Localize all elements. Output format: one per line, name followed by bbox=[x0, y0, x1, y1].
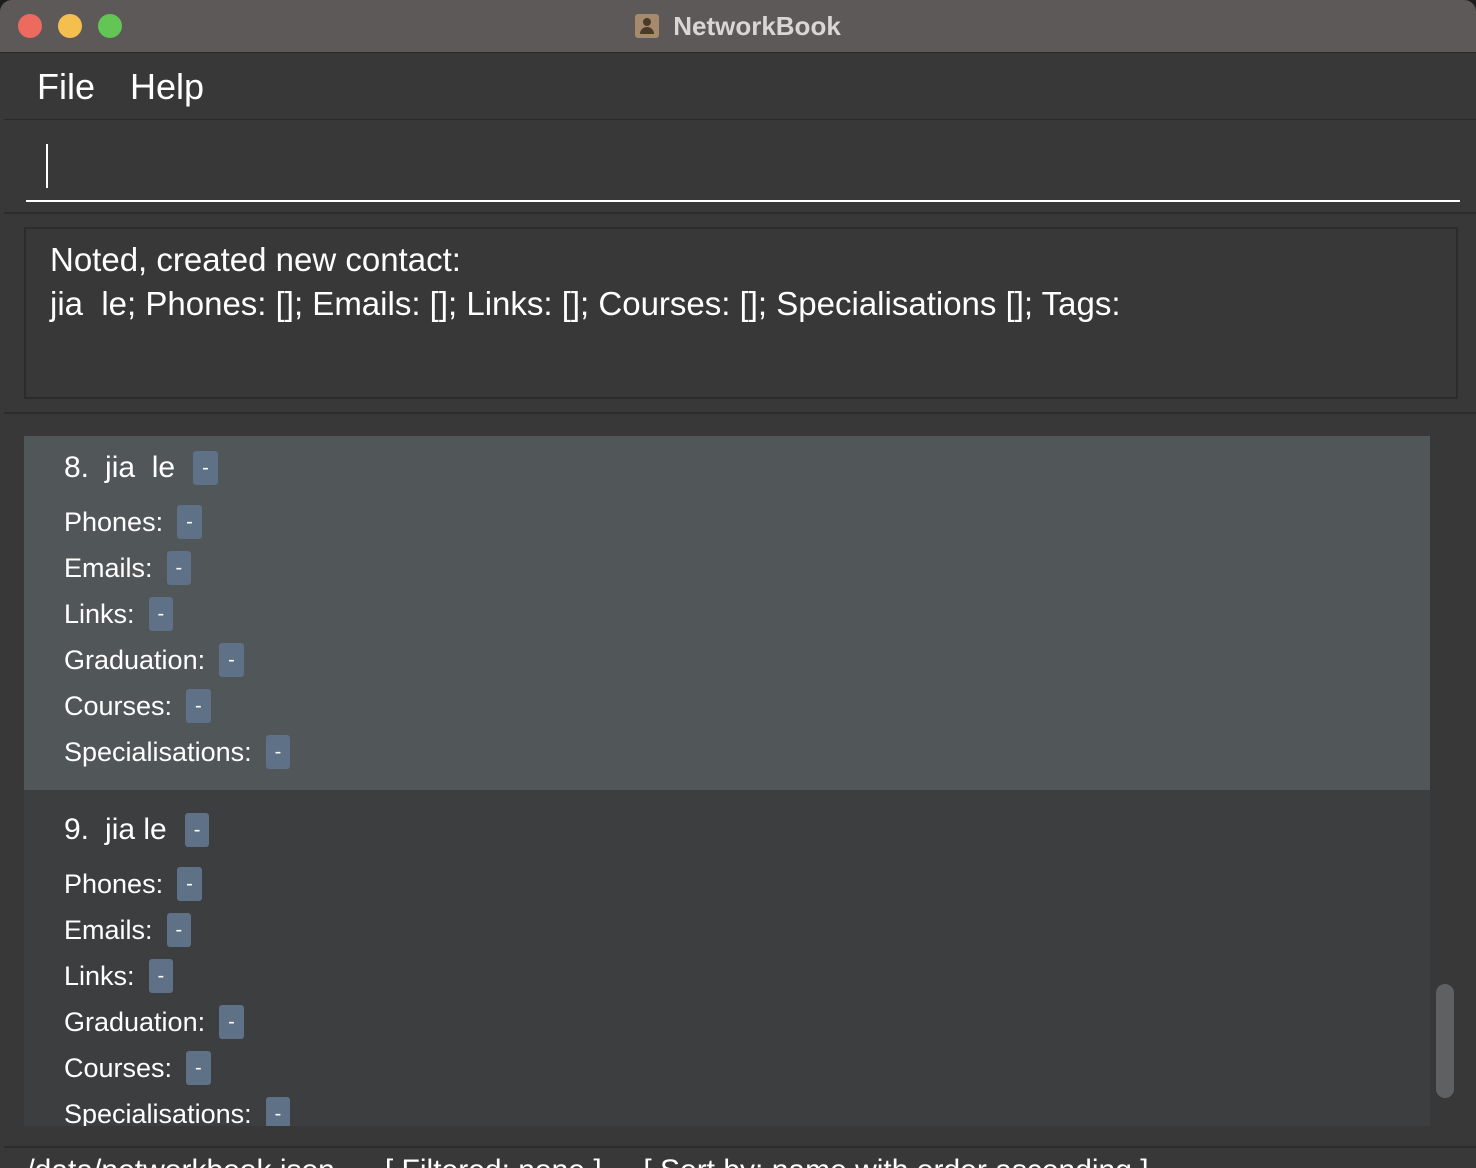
field-label: Links: bbox=[64, 598, 135, 629]
contact-field-graduation: Graduation: - bbox=[64, 1004, 244, 1040]
field-label: Emails: bbox=[64, 552, 153, 583]
contacts-app-icon bbox=[635, 14, 660, 38]
field-label: Phones: bbox=[64, 506, 164, 537]
app-window: NetworkBook File Help Noted, created new… bbox=[0, 0, 1476, 1168]
contact-field-courses: Courses: - bbox=[64, 688, 211, 724]
contact-field-phones: Phones: - bbox=[64, 504, 202, 540]
field-label: Emails: bbox=[64, 914, 153, 945]
contact-list-area: 8. jia le - Phones: - Emails: - Links: - bbox=[4, 414, 1476, 1144]
window-title: NetworkBook bbox=[673, 10, 841, 41]
title-bar: NetworkBook bbox=[0, 0, 1476, 53]
contact-field-specialisations: Specialisations: - bbox=[64, 734, 291, 770]
field-label: Phones: bbox=[64, 868, 164, 899]
result-message-line: Noted, created new contact: bbox=[50, 241, 461, 278]
result-display-area: Noted, created new contact: jia le; Phon… bbox=[4, 214, 1476, 414]
contact-card-header: 8. jia le - bbox=[64, 448, 218, 488]
contact-field-graduation: Graduation: - bbox=[64, 642, 244, 678]
contact-name: jia le bbox=[105, 451, 176, 484]
contact-field-links: Links: - bbox=[64, 596, 174, 632]
command-input[interactable] bbox=[26, 134, 1460, 202]
result-display: Noted, created new contact: jia le; Phon… bbox=[24, 227, 1458, 399]
text-caret bbox=[46, 144, 48, 188]
contact-list[interactable]: 8. jia le - Phones: - Emails: - Links: - bbox=[24, 436, 1430, 1126]
field-value-tag: - bbox=[177, 867, 202, 901]
window-title-group: NetworkBook bbox=[0, 0, 1476, 52]
field-value-tag: - bbox=[186, 1051, 211, 1085]
contact-field-phones: Phones: - bbox=[64, 866, 202, 902]
field-label: Courses: bbox=[64, 1052, 173, 1083]
contact-index: 9. bbox=[64, 813, 90, 846]
field-value-tag: - bbox=[219, 643, 244, 677]
field-value-tag: - bbox=[148, 597, 174, 631]
contact-card[interactable]: 8. jia le - Phones: - Emails: - Links: - bbox=[24, 436, 1430, 790]
field-value-tag: - bbox=[166, 913, 192, 947]
field-label: Specialisations: bbox=[64, 1098, 252, 1127]
field-label: Graduation: bbox=[64, 644, 206, 675]
field-label: Specialisations: bbox=[64, 736, 252, 767]
command-box-area bbox=[4, 120, 1476, 214]
menu-bar: File Help bbox=[4, 54, 1476, 120]
field-label: Courses: bbox=[64, 690, 173, 721]
field-value-tag: - bbox=[186, 689, 211, 723]
result-message-line: jia le; Phones: []; Emails: []; Links: [… bbox=[50, 285, 1121, 322]
list-scrollbar-thumb[interactable] bbox=[1436, 984, 1454, 1098]
contact-field-specialisations: Specialisations: - bbox=[64, 1096, 291, 1127]
field-value-tag: - bbox=[177, 505, 202, 539]
contact-field-emails: Emails: - bbox=[64, 912, 192, 948]
field-value-tag: - bbox=[265, 1097, 291, 1126]
contact-field-emails: Emails: - bbox=[64, 550, 192, 586]
field-value-tag: - bbox=[166, 551, 192, 585]
contact-field-links: Links: - bbox=[64, 958, 174, 994]
status-bar-text: ./data/networkbook.json [ Filtered: none… bbox=[18, 1154, 1149, 1168]
contact-tag: - bbox=[184, 813, 210, 847]
contact-field-courses: Courses: - bbox=[64, 1050, 211, 1086]
status-bar: ./data/networkbook.json [ Filtered: none… bbox=[4, 1146, 1476, 1168]
field-value-tag: - bbox=[148, 959, 174, 993]
contact-tag: - bbox=[193, 451, 218, 485]
contact-card[interactable]: 9. jia le - Phones: - Emails: - Links: - bbox=[24, 790, 1430, 1126]
field-value-tag: - bbox=[219, 1005, 244, 1039]
menu-help[interactable]: Help bbox=[130, 66, 204, 108]
contact-index: 8. bbox=[64, 451, 90, 484]
field-value-tag: - bbox=[265, 735, 291, 769]
menu-file[interactable]: File bbox=[37, 66, 95, 108]
contact-name: jia le bbox=[105, 813, 167, 846]
contact-card-header: 9. jia le - bbox=[64, 810, 210, 850]
field-label: Graduation: bbox=[64, 1006, 206, 1037]
field-label: Links: bbox=[64, 960, 135, 991]
